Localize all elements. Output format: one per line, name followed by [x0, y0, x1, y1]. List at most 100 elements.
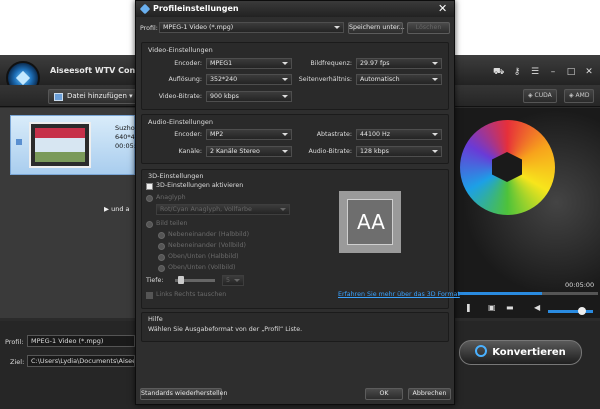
cuda-label: CUDA	[534, 92, 552, 99]
seek-bar[interactable]	[458, 292, 598, 295]
three-d-preview-text: AA	[357, 210, 385, 234]
dialog-profile-label: Profil:	[140, 25, 158, 32]
video-encoder-select[interactable]: MPEG1	[206, 58, 292, 69]
video-bitrate-select[interactable]: 900 kbps	[206, 91, 292, 102]
help-text: Wählen Sie Ausgabeformat von der „Profil…	[148, 326, 303, 333]
dialog-title: Profileinstellungen	[153, 4, 239, 13]
dropdown-arrow-icon	[282, 95, 288, 98]
channels-select[interactable]: 2 Kanäle Stereo	[206, 146, 292, 157]
anaglyph-select[interactable]: Rot/Cyan Anaglyph, Vollfarbe	[156, 204, 290, 215]
key-icon[interactable]: ⚷	[512, 67, 522, 77]
video-bitrate-label: Video-Bitrate:	[158, 93, 202, 100]
profile-select[interactable]: MPEG-1 Video (*.mpg)	[27, 335, 135, 347]
folder-icon[interactable]: ▬	[506, 303, 514, 312]
dropdown-arrow-icon	[432, 133, 438, 136]
profile-settings-dialog: Profileinstellungen ✕ Profil: MPEG-1 Vid…	[135, 0, 460, 405]
menu-icon[interactable]: ☰	[530, 67, 540, 77]
video-encoder-value: MPEG1	[210, 60, 233, 67]
framerate-label: Bildfrequenz:	[310, 60, 352, 67]
aspect-ratio-value: Automatisch	[360, 76, 400, 83]
checkbox-icon[interactable]	[16, 139, 22, 145]
split-image-radio[interactable]	[146, 221, 153, 228]
video-section-title: Video-Einstellungen	[148, 46, 213, 54]
help-section-title: Hilfe	[148, 315, 163, 323]
dropdown-arrow-icon	[282, 62, 288, 65]
dropdown-arrow-icon	[334, 26, 340, 29]
framerate-value: 29.97 fps	[360, 60, 390, 67]
target-path-field[interactable]: C:\Users\Lydia\Documents\Aiseesoft	[27, 355, 135, 367]
dialog-close-icon[interactable]: ✕	[438, 2, 447, 15]
cancel-button[interactable]: Abbrechen	[408, 388, 451, 400]
split-option-radio-0[interactable]	[158, 232, 165, 239]
snapshot-icon[interactable]: ▣	[488, 303, 496, 312]
close-icon[interactable]: ✕	[584, 67, 594, 77]
split-option-label-0: Nebeneinander (Halbbild)	[168, 231, 250, 238]
three-d-settings-section	[141, 169, 449, 309]
split-option-label-3: Oben/Unten (Vollbild)	[168, 264, 236, 271]
app-title: Aiseesoft WTV Conve	[50, 66, 146, 75]
minimize-icon[interactable]: –	[548, 67, 558, 77]
volume-slider[interactable]	[548, 307, 593, 315]
aspect-ratio-select[interactable]: Automatisch	[356, 74, 442, 85]
file-item[interactable]: Suzhou in... 640*480 00:05:00	[10, 115, 153, 175]
swap-lr-label: Links Rechts tauschen	[156, 291, 227, 298]
audio-encoder-select[interactable]: MP2	[206, 129, 292, 140]
convert-label: Konvertieren	[492, 347, 566, 358]
anaglyph-radio[interactable]	[146, 195, 153, 202]
video-thumbnail	[29, 122, 91, 168]
three-d-section-title: 3D-Einstellungen	[148, 172, 204, 180]
depth-label: Tiefe:	[146, 277, 164, 284]
split-option-radio-2[interactable]	[158, 254, 165, 261]
thumbnail-image	[35, 128, 85, 162]
depth-value: 5	[226, 277, 231, 284]
split-option-radio-3[interactable]	[158, 265, 165, 272]
split-option-label-1: Nebeneinander (Vollbild)	[168, 242, 246, 249]
video-encoder-label: Encoder:	[174, 60, 202, 67]
channels-label: Kanäle:	[178, 148, 202, 155]
dialog-profile-value: MPEG-1 Video (*.mpg)	[163, 24, 234, 31]
volume-knob[interactable]	[578, 307, 586, 315]
enable-3d-checkbox[interactable]	[146, 183, 153, 190]
samplerate-label: Abtastrate:	[316, 131, 352, 138]
profile-value: MPEG-1 Video (*.mpg)	[31, 337, 104, 345]
restore-defaults-button[interactable]: Standards wiederherstellen	[140, 388, 228, 400]
depth-slider-knob[interactable]	[178, 276, 184, 284]
save-as-button[interactable]: Speichern unter...	[348, 22, 405, 34]
convert-icon	[475, 345, 488, 357]
dropdown-arrow-icon	[280, 208, 286, 211]
samplerate-select[interactable]: 44100 Hz	[356, 129, 442, 140]
resolution-label: Auflösung:	[168, 76, 203, 83]
add-file-button[interactable]: Datei hinzufügen ▾	[48, 89, 140, 104]
stepper-arrow-icon	[234, 279, 240, 282]
dialog-titlebar: Profileinstellungen ✕	[136, 1, 454, 17]
framerate-select[interactable]: 29.97 fps	[356, 58, 442, 69]
cuda-button[interactable]: ◈ CUDA	[523, 89, 557, 103]
convert-button[interactable]: Konvertieren	[459, 340, 582, 365]
audio-bitrate-label: Audio-Bitrate:	[308, 148, 352, 155]
video-bitrate-value: 900 kbps	[210, 93, 239, 100]
profile-label: Profil:	[5, 338, 24, 346]
dialog-profile-select[interactable]: MPEG-1 Video (*.mpg)	[159, 22, 344, 33]
audio-bitrate-select[interactable]: 128 kbps	[356, 146, 442, 157]
resolution-select[interactable]: 352*240	[206, 74, 292, 85]
stop-icon[interactable]: ❚	[465, 303, 472, 312]
depth-slider[interactable]	[175, 276, 215, 284]
dialog-app-icon	[139, 3, 151, 15]
maximize-icon[interactable]: □	[566, 67, 576, 77]
samplerate-value: 44100 Hz	[360, 131, 391, 138]
split-image-label: Bild teilen	[156, 220, 188, 227]
audio-section-title: Audio-Einstellungen	[148, 118, 214, 126]
enable-3d-label: 3D-Einstellungen aktivieren	[156, 182, 244, 189]
learn-more-3d-link[interactable]: Erfahren Sie mehr über das 3D Format	[338, 291, 460, 298]
merge-toggle[interactable]: ▶ und a	[104, 205, 130, 213]
volume-icon[interactable]: ◀	[534, 303, 540, 312]
ok-button[interactable]: OK	[365, 388, 403, 400]
depth-stepper[interactable]: 5	[222, 275, 244, 286]
delete-button[interactable]: Löschen	[407, 22, 450, 34]
audio-encoder-label: Encoder:	[174, 131, 202, 138]
split-option-radio-1[interactable]	[158, 243, 165, 250]
swap-lr-checkbox[interactable]	[146, 292, 153, 299]
time-display: 00:05:00	[565, 281, 595, 289]
amd-button[interactable]: ◈ AMD	[564, 89, 595, 103]
cart-icon[interactable]: ⛟	[493, 67, 504, 77]
